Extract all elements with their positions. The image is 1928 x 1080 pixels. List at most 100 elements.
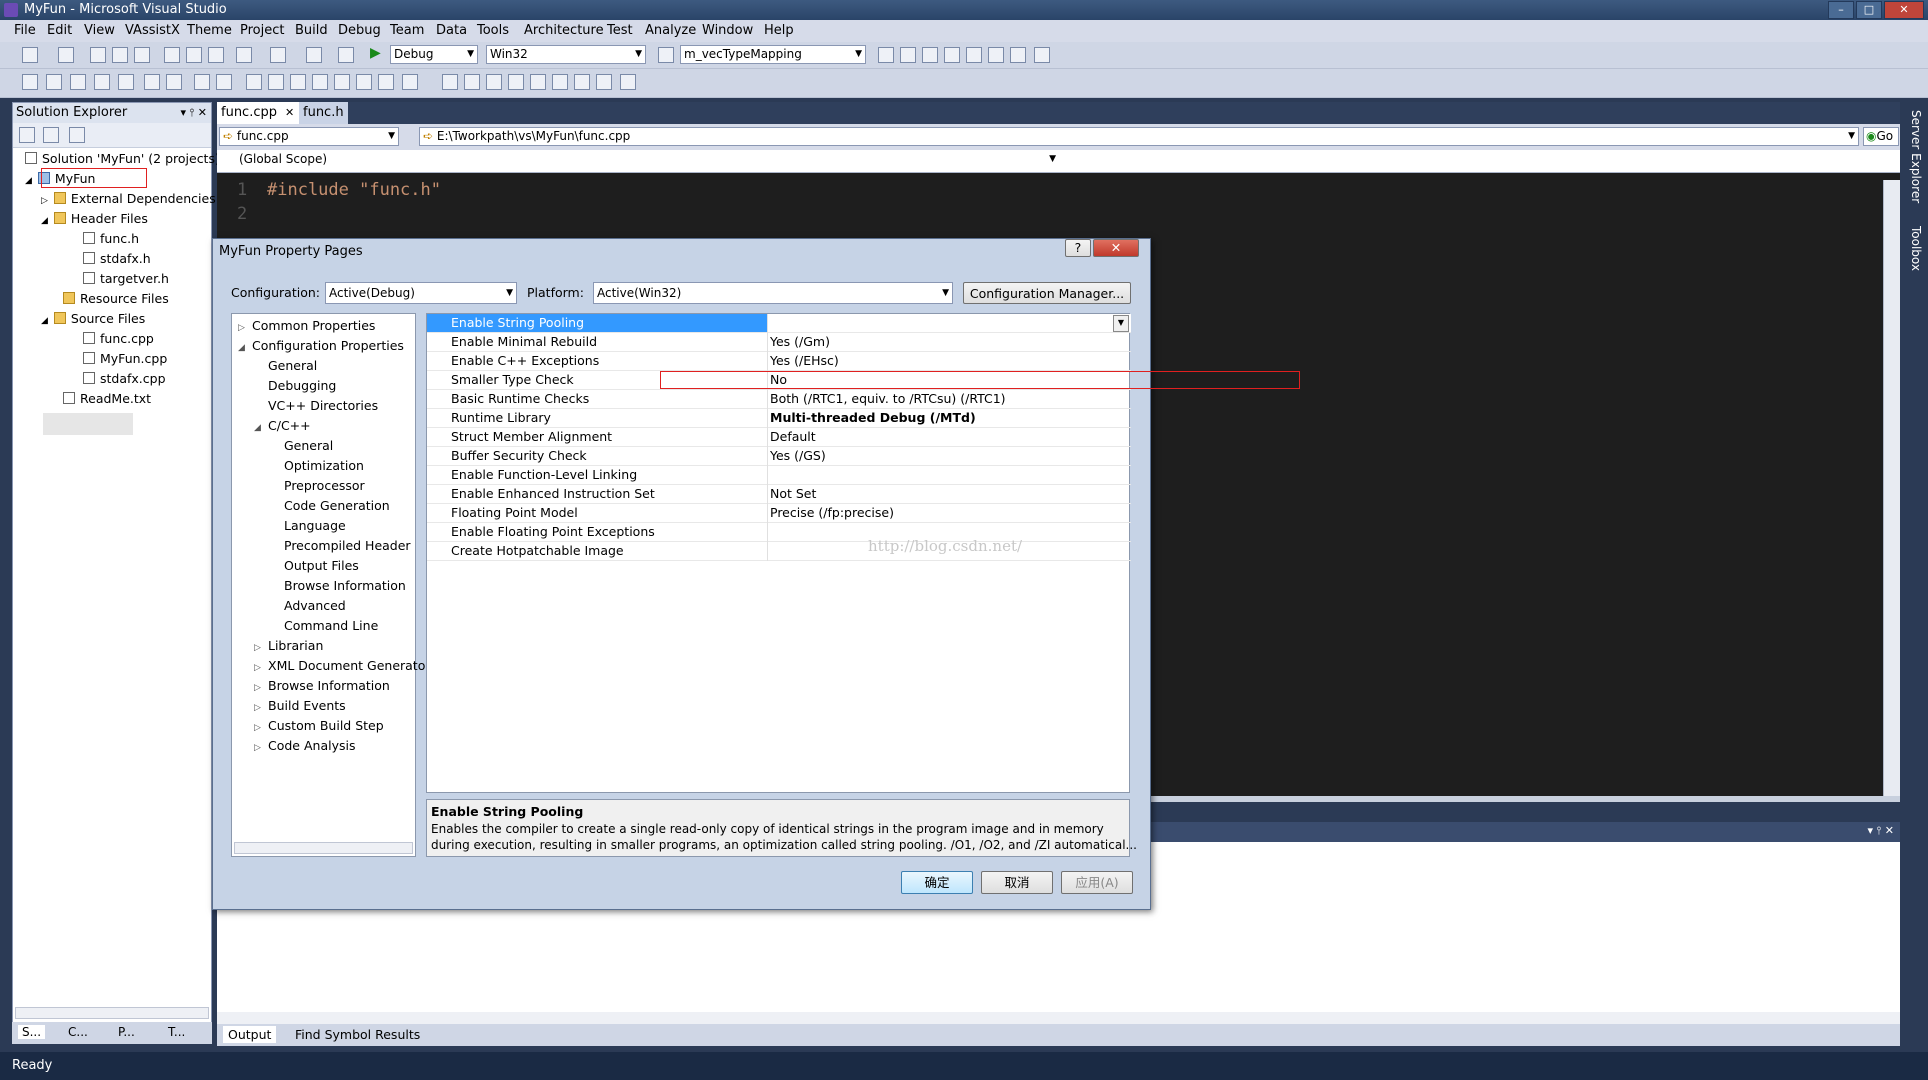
dialog-tree-item[interactable]: ◢ Configuration Properties: [238, 338, 404, 353]
solution-platform-select[interactable]: Win32 ▼: [486, 45, 646, 64]
tree-func-cpp[interactable]: func.cpp: [83, 331, 154, 346]
property-value[interactable]: Not Set: [770, 485, 816, 503]
help-button[interactable]: ?: [1065, 239, 1091, 257]
minimize-button[interactable]: –: [1828, 1, 1854, 19]
start-debugging-icon[interactable]: ▶: [370, 45, 381, 61]
column-divider[interactable]: [767, 314, 768, 561]
menu-architecture[interactable]: Architecture: [524, 23, 604, 38]
property-row[interactable]: Runtime Library Multi-threaded Debug (/MT…: [427, 409, 1131, 428]
undo-icon[interactable]: [236, 47, 252, 63]
toolbar-icon[interactable]: [118, 74, 134, 90]
dialog-tree-item[interactable]: Command Line: [270, 618, 378, 633]
dialog-tree-item[interactable]: Language: [270, 518, 346, 533]
navigate-backward-icon[interactable]: [306, 47, 322, 63]
dialog-tree-item[interactable]: Advanced: [270, 598, 346, 613]
property-value[interactable]: Both (/RTC1, equiv. to /RTCsu) (/RTC1): [770, 390, 1006, 408]
output-hscroll[interactable]: [217, 1012, 1900, 1024]
vassistx-icon[interactable]: [464, 74, 480, 90]
panel-controls[interactable]: ▾ ⫯ ✕: [1867, 824, 1894, 838]
dialog-tree-item[interactable]: ▷ Librarian: [254, 638, 323, 653]
vassistx-icon[interactable]: [620, 74, 636, 90]
tree-header-files[interactable]: ◢ Header Files: [41, 211, 148, 226]
redo-icon[interactable]: [270, 47, 286, 63]
menu-team[interactable]: Team: [390, 23, 424, 38]
menu-file[interactable]: File: [14, 23, 36, 38]
solution-explorer-icon[interactable]: [878, 47, 894, 63]
vassistx-icon[interactable]: [508, 74, 524, 90]
expander-icon[interactable]: ▷: [254, 723, 268, 733]
dialog-tree-item[interactable]: ▷ Common Properties: [238, 318, 375, 333]
dialog-close-button[interactable]: ✕: [1093, 239, 1139, 257]
property-value[interactable]: Yes (/GS): [770, 447, 826, 465]
property-value[interactable]: Yes (/EHsc): [770, 352, 839, 370]
dialog-tree-item[interactable]: VC++ Directories: [254, 398, 378, 413]
toolbar-icon[interactable]: [46, 74, 62, 90]
add-item-icon[interactable]: [58, 47, 74, 63]
scope-combo[interactable]: (Global Scope) ▼: [219, 151, 1059, 170]
tab-output[interactable]: Output: [223, 1026, 277, 1043]
close-button[interactable]: ✕: [1884, 1, 1924, 19]
dialog-tree-item[interactable]: Code Generation: [270, 498, 390, 513]
paste-icon[interactable]: [208, 47, 224, 63]
maximize-button[interactable]: □: [1856, 1, 1882, 19]
configuration-select[interactable]: Active(Debug) ▼: [325, 282, 517, 304]
tab-solution-explorer[interactable]: S...: [18, 1025, 46, 1039]
property-row[interactable]: Enable Minimal Rebuild Yes (/Gm): [427, 333, 1131, 352]
bookmark-icon[interactable]: [356, 74, 372, 90]
menu-tools[interactable]: Tools: [477, 23, 509, 38]
expander-icon[interactable]: ▷: [254, 663, 268, 673]
menu-view[interactable]: View: [84, 23, 115, 38]
dialog-tree-item[interactable]: Optimization: [270, 458, 364, 473]
menu-build[interactable]: Build: [295, 23, 328, 38]
solution-node[interactable]: Solution 'MyFun' (2 projects): [25, 151, 220, 166]
property-row[interactable]: Enable Floating Point Exceptions: [427, 523, 1131, 542]
tree-readme[interactable]: ReadMe.txt: [63, 391, 151, 406]
menu-vassistx[interactable]: VAssistX: [125, 23, 180, 38]
tools-icon[interactable]: [966, 47, 982, 63]
tree-external-dependencies[interactable]: ▷ External Dependencies: [41, 191, 216, 206]
bookmark-icon[interactable]: [246, 74, 262, 90]
cut-icon[interactable]: [164, 47, 180, 63]
menu-debug[interactable]: Debug: [338, 23, 381, 38]
tree-targetver-h[interactable]: targetver.h: [83, 271, 169, 286]
menu-window[interactable]: Window: [702, 23, 753, 38]
extension-manager-icon[interactable]: [988, 47, 1004, 63]
tab-class-view[interactable]: C...: [68, 1025, 88, 1039]
find-combo[interactable]: m_vecTypeMapping ▼: [680, 45, 866, 64]
property-row[interactable]: Basic Runtime Checks Both (/RTC1, equiv. …: [427, 390, 1131, 409]
uncomment-icon[interactable]: [216, 74, 232, 90]
properties-icon[interactable]: [19, 127, 35, 143]
solution-configuration-select[interactable]: Debug ▼: [390, 45, 478, 64]
dialog-tree-item[interactable]: General: [254, 358, 317, 373]
tree-myfun-cpp[interactable]: MyFun.cpp: [83, 351, 167, 366]
vassistx-icon[interactable]: [574, 74, 590, 90]
tree-hscroll[interactable]: [234, 842, 413, 854]
expander-icon[interactable]: ▷: [254, 743, 268, 753]
dialog-tree-item[interactable]: ▷ Build Events: [254, 698, 346, 713]
tab-property-manager[interactable]: P...: [118, 1025, 135, 1039]
navigate-forward-icon[interactable]: [338, 47, 354, 63]
server-explorer-tab[interactable]: Server Explorer: [1909, 110, 1923, 203]
menu-data[interactable]: Data: [436, 23, 467, 38]
outdent-icon[interactable]: [144, 74, 160, 90]
bookmark-prev-icon[interactable]: [268, 74, 284, 90]
save-icon[interactable]: [112, 47, 128, 63]
menu-edit[interactable]: Edit: [47, 23, 72, 38]
menu-test[interactable]: Test: [607, 23, 633, 38]
expander-icon[interactable]: ▷: [238, 323, 252, 333]
bookmark-next-icon[interactable]: [290, 74, 306, 90]
dialog-tree-item[interactable]: General: [270, 438, 333, 453]
apply-button[interactable]: 应用(A): [1061, 871, 1133, 894]
dialog-tree-item[interactable]: ▷ XML Document Generator: [254, 658, 431, 673]
save-all-icon[interactable]: [134, 47, 150, 63]
properties-icon[interactable]: [900, 47, 916, 63]
property-row[interactable]: Floating Point Model Precise (/fp:precise…: [427, 504, 1131, 523]
bookmark-clear-icon[interactable]: [334, 74, 350, 90]
dialog-tree-item[interactable]: Browse Information: [270, 578, 406, 593]
property-row[interactable]: Enable C++ Exceptions Yes (/EHsc): [427, 352, 1131, 371]
vassistx-icon[interactable]: [530, 74, 546, 90]
ok-button[interactable]: 确定: [901, 871, 973, 894]
property-row[interactable]: Enable Function-Level Linking: [427, 466, 1131, 485]
object-browser-icon[interactable]: [922, 47, 938, 63]
configuration-manager-button[interactable]: Configuration Manager...: [963, 282, 1131, 304]
